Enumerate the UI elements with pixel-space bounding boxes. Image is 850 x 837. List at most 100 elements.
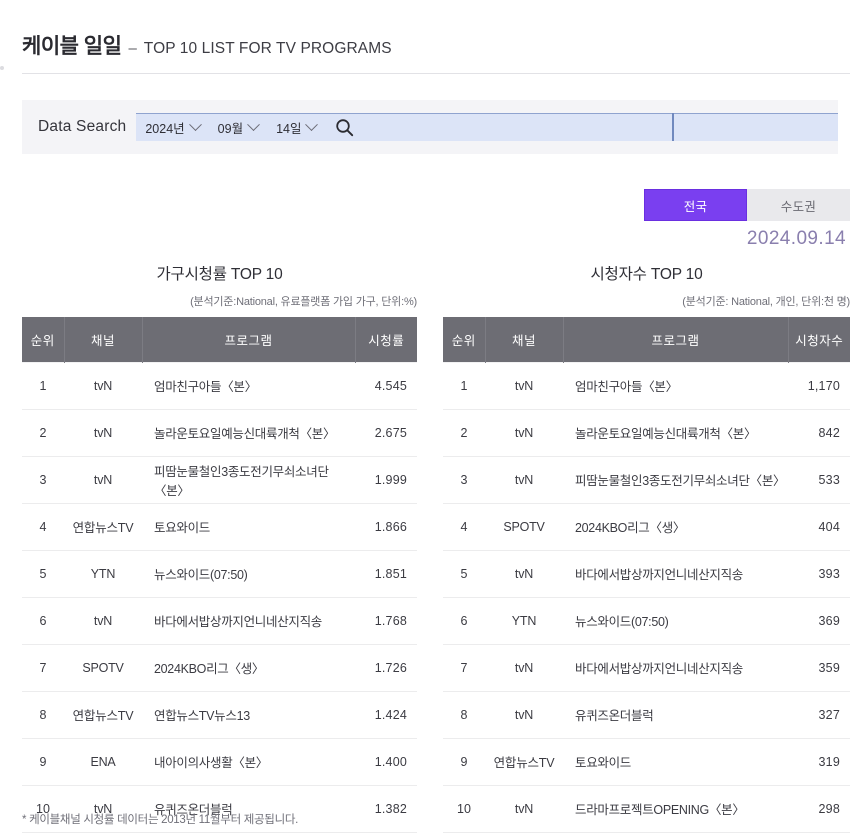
cell-value: 1.851 [355,550,417,598]
cell-rank: 9 [22,738,64,786]
cell-program: 바다에서밥상까지언니네산지직송 [563,644,788,692]
page-title: 케이블 일일 – TOP 10 LIST FOR TV PROGRAMS [22,30,850,74]
cell-rank: 6 [22,597,64,645]
month-select[interactable]: 09월 [209,114,267,141]
cell-program: 바다에서밥상까지언니네산지직송 [142,597,355,645]
cell-value: 1.400 [355,738,417,786]
day-select[interactable]: 14일 [267,114,325,141]
cell-channel: YTN [485,597,563,645]
page-header: 케이블 일일 – TOP 10 LIST FOR TV PROGRAMS [0,0,850,74]
cell-rank: 5 [22,550,64,598]
year-select-value: 2024년 [145,122,185,136]
cell-channel: tvN [485,785,563,833]
day-select-value: 14일 [276,122,302,136]
cell-program: 2024KBO리그〈생〉 [563,503,788,551]
household-rating-table: 순위 채널 프로그램 시청률 1 tvN 엄마친구아들〈본〉 4.545 2 t… [22,317,417,833]
page-title-sub: TOP 10 LIST FOR TV PROGRAMS [143,40,392,57]
cell-value: 298 [788,785,850,833]
cell-value: 327 [788,691,850,739]
table-row[interactable]: 9 ENA 내아이의사생활〈본〉 1.400 [22,738,417,786]
table-row[interactable]: 2 tvN 놀라운토요일예능신대륙개척〈본〉 2.675 [22,409,417,457]
cell-value: 319 [788,738,850,786]
tab-nationwide[interactable]: 전국 [644,189,747,221]
viewers-count-subtitle: (분석기준: National, 개인, 단위:천 명) [682,296,850,308]
cell-program: 2024KBO리그〈생〉 [142,644,355,692]
cell-program: 드라마프로젝트OPENING〈본〉 [563,785,788,833]
cell-value: 533 [788,456,850,504]
table-row[interactable]: 7 SPOTV 2024KBO리그〈생〉 1.726 [22,644,417,692]
table-row[interactable]: 4 연합뉴스TV 토요와이드 1.866 [22,503,417,551]
table-row[interactable]: 6 YTN 뉴스와이드(07:50) 369 [443,597,850,645]
table-row[interactable]: 7 tvN 바다에서밥상까지언니네산지직송 359 [443,644,850,692]
cell-channel: tvN [64,456,142,504]
cell-channel: tvN [485,361,563,410]
chevron-down-icon [305,118,319,132]
cell-value: 2.675 [355,409,417,457]
cell-program: 놀라운토요일예능신대륙개척〈본〉 [142,409,355,457]
date-select-group: 2024년 09월 14일 [136,114,325,141]
search-input[interactable]: 2024년 09월 14일 [136,113,838,141]
table-row[interactable]: 4 SPOTV 2024KBO리그〈생〉 404 [443,503,850,551]
chevron-down-icon [247,118,260,132]
table-row[interactable]: 10 tvN 드라마프로젝트OPENING〈본〉 298 [443,785,850,833]
table-row[interactable]: 9 연합뉴스TV 토요와이드 319 [443,738,850,786]
table-row[interactable]: 1 tvN 엄마친구아들〈본〉 1,170 [443,361,850,410]
table-row[interactable]: 8 tvN 유퀴즈온더블럭 327 [443,691,850,739]
cell-value: 1.382 [355,785,417,833]
cell-program: 뉴스와이드(07:50) [142,550,355,598]
page-title-dash: – [128,40,137,57]
data-search-panel: Data Search 2024년 09월 14일 [22,100,838,154]
cell-value: 404 [788,503,850,551]
tab-metropolitan[interactable]: 수도권 [747,189,850,221]
col-header-value: 시청자수 [788,317,850,362]
col-header-value: 시청률 [355,317,417,362]
ranking-tables: 가구시청률 TOP 10 (분석기준:National, 유료플랫폼 가입 가구… [0,262,850,833]
data-search-label: Data Search [38,118,127,135]
cell-rank: 5 [443,550,485,598]
cell-program: 토요와이드 [142,503,355,551]
cell-channel: 연합뉴스TV [64,691,142,739]
table-row[interactable]: 8 연합뉴스TV 연합뉴스TV뉴스13 1.424 [22,691,417,739]
cell-value: 1.726 [355,644,417,692]
col-header-channel: 채널 [485,317,564,362]
cell-value: 1.768 [355,597,417,645]
viewers-count-title: 시청자수 TOP 10 [590,266,703,283]
cell-program: 놀라운토요일예능신대륙개척〈본〉 [563,409,788,457]
cell-rank: 2 [443,409,485,457]
cell-program: 뉴스와이드(07:50) [563,597,788,645]
cell-value: 1.424 [355,691,417,739]
cell-value: 1,170 [788,361,850,410]
search-button[interactable] [325,114,366,141]
header-bullet-mark [0,66,4,70]
cell-channel: tvN [485,550,563,598]
cell-program: 엄마친구아들〈본〉 [142,361,355,410]
cell-program: 연합뉴스TV뉴스13 [142,691,355,739]
cell-rank: 10 [443,785,485,833]
table-row[interactable]: 3 tvN 피땀눈물철인3종도전기무쇠소녀단〈본〉 1.999 [22,456,417,504]
cell-program: 토요와이드 [563,738,788,786]
table-row[interactable]: 6 tvN 바다에서밥상까지언니네산지직송 1.768 [22,597,417,645]
table-row[interactable]: 2 tvN 놀라운토요일예능신대륙개척〈본〉 842 [443,409,850,457]
col-header-rank: 순위 [443,317,486,362]
cell-program: 내아이의사생활〈본〉 [142,738,355,786]
year-select[interactable]: 2024년 [136,114,208,141]
cell-rank: 3 [443,456,485,504]
cell-channel: SPOTV [64,644,142,692]
cell-program: 유퀴즈온더블럭 [563,691,788,739]
table-row[interactable]: 1 tvN 엄마친구아들〈본〉 4.545 [22,361,417,410]
cell-rank: 7 [443,644,485,692]
cell-channel: tvN [485,691,563,739]
cell-rank: 4 [443,503,485,551]
col-header-channel: 채널 [64,317,143,362]
cell-rank: 2 [22,409,64,457]
table-row[interactable]: 5 tvN 바다에서밥상까지언니네산지직송 393 [443,550,850,598]
search-icon [336,119,354,137]
cell-value: 1.999 [355,456,417,504]
region-tab-group: 전국 수도권 [644,189,850,221]
cell-channel: tvN [64,597,142,645]
footnote: * 케이블채널 시청률 데이터는 2013년 11월부터 제공됩니다. [22,814,299,826]
chevron-down-icon [188,118,202,132]
table-row[interactable]: 3 tvN 피땀눈물철인3종도전기무쇠소녀단〈본〉 533 [443,456,850,504]
table-row[interactable]: 5 YTN 뉴스와이드(07:50) 1.851 [22,550,417,598]
text-cursor [672,113,675,141]
